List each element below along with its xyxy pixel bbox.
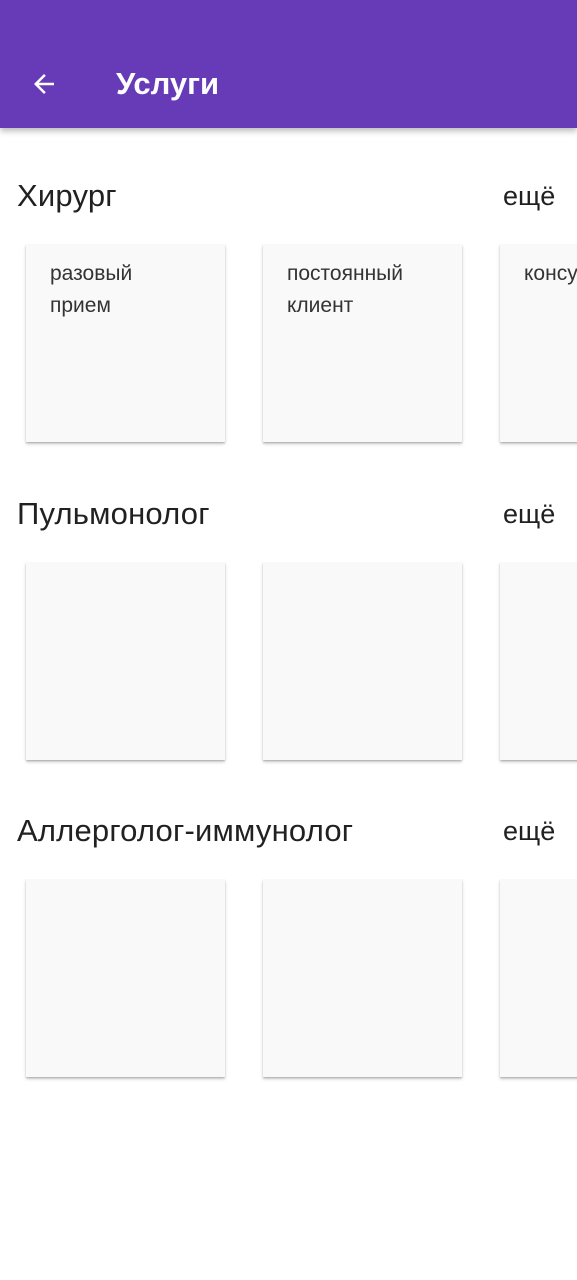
card-carousel[interactable] — [0, 562, 577, 772]
service-card[interactable] — [263, 879, 462, 1077]
service-card[interactable]: разовый прием — [26, 244, 225, 442]
service-card[interactable] — [500, 879, 577, 1077]
section-title: Хирург — [17, 178, 117, 213]
service-card[interactable] — [263, 562, 462, 760]
page-title: Услуги — [116, 66, 220, 101]
section-allergist: Аллерголог-иммунолог ещё — [0, 811, 577, 1111]
section-title: Аллерголог-иммунолог — [17, 813, 354, 848]
app-bar: Услуги — [0, 0, 577, 128]
service-card[interactable]: консультация — [500, 244, 577, 442]
service-card[interactable] — [500, 562, 577, 760]
more-button[interactable]: ещё — [503, 178, 555, 214]
arrow-back-icon — [34, 74, 54, 94]
service-card[interactable] — [26, 879, 225, 1077]
section-pulmonologist: Пульмонолог ещё — [0, 494, 577, 794]
more-button[interactable]: ещё — [503, 813, 555, 849]
service-card-label: консультация — [524, 262, 577, 285]
section-surgeon: Хирург ещё разовый прием постоянный клие… — [0, 176, 577, 476]
service-card[interactable]: постоянный клиент — [263, 244, 462, 442]
back-button[interactable] — [20, 60, 68, 108]
service-card-label: постоянный клиент — [287, 262, 404, 317]
more-button[interactable]: ещё — [503, 496, 555, 532]
card-carousel[interactable]: разовый прием постоянный клиент консульт… — [0, 244, 577, 454]
section-title: Пульмонолог — [17, 496, 210, 531]
card-carousel[interactable] — [0, 879, 577, 1089]
service-card-label: разовый прием — [50, 262, 133, 317]
service-card[interactable] — [26, 562, 225, 760]
